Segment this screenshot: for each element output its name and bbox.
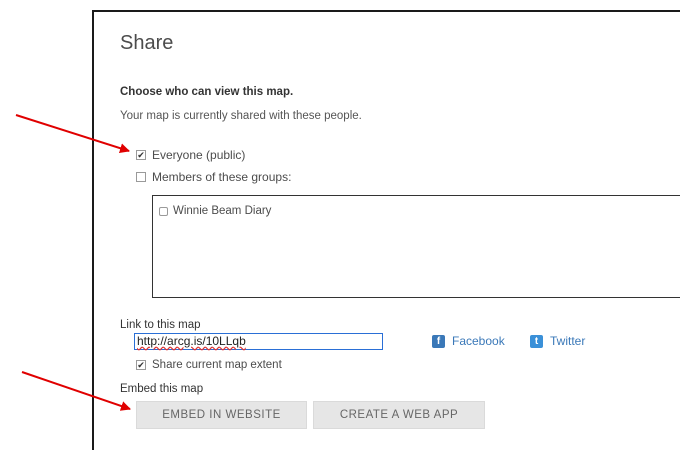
group-item[interactable]: Winnie Beam Diary <box>159 205 271 217</box>
link-label: Link to this map <box>120 319 201 331</box>
facebook-link[interactable]: f Facebook <box>432 334 505 348</box>
facebook-label: Facebook <box>452 334 505 348</box>
twitter-label: Twitter <box>550 334 586 348</box>
twitter-icon: t <box>530 334 543 348</box>
groups-list[interactable]: Winnie Beam Diary <box>152 195 680 298</box>
share-extent-label: Share current map extent <box>152 359 282 371</box>
embed-label: Embed this map <box>120 383 204 395</box>
facebook-icon: f <box>432 334 445 348</box>
share-status-text: Your map is currently shared with these … <box>120 110 362 122</box>
everyone-checkbox[interactable]: ✔ <box>136 150 146 160</box>
share-extent-option[interactable]: ✔ Share current map extent <box>136 359 282 371</box>
share-dialog: Share Choose who can view this map. Your… <box>92 10 680 450</box>
section-heading: Choose who can view this map. <box>120 86 294 98</box>
everyone-label: Everyone (public) <box>152 148 246 162</box>
groups-label: Members of these groups: <box>152 170 292 184</box>
create-web-app-button[interactable]: CREATE A WEB APP <box>313 401 485 429</box>
groups-option[interactable]: Members of these groups: <box>136 170 291 184</box>
groups-checkbox[interactable] <box>136 172 146 182</box>
group-name: Winnie Beam Diary <box>173 205 272 217</box>
map-link-input[interactable]: http://arcg.is/10LLqb <box>134 333 383 350</box>
twitter-link[interactable]: t Twitter <box>530 334 585 348</box>
embed-in-website-button[interactable]: EMBED IN WEBSITE <box>136 401 307 429</box>
group-checkbox[interactable] <box>159 206 168 216</box>
share-extent-checkbox[interactable]: ✔ <box>136 360 146 370</box>
dialog-title: Share <box>120 32 174 54</box>
everyone-option[interactable]: ✔ Everyone (public) <box>136 148 245 162</box>
